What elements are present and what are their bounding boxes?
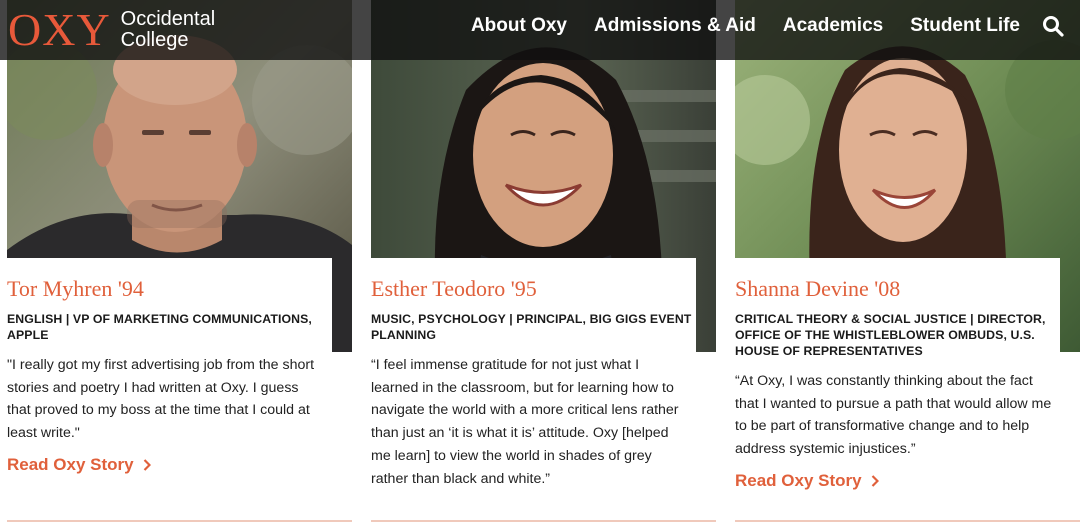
profile-card: Esther Teodoro '95 MUSIC, PSYCHOLOGY | P… <box>371 0 716 523</box>
logo-line-1: Occidental <box>120 8 216 30</box>
profile-quote: “At Oxy, I was constantly thinking about… <box>735 373 1052 458</box>
read-oxy-story-label: Read Oxy Story <box>735 470 862 490</box>
chevron-right-icon <box>143 459 151 471</box>
profile-role: MUSIC, PSYCHOLOGY | PRINCIPAL, BIG GIGS … <box>371 312 692 342</box>
nav-item-student-life[interactable]: Student Life <box>910 15 1020 37</box>
nav-item-about[interactable]: About Oxy <box>471 15 567 37</box>
logo-line-2: College <box>120 29 189 51</box>
profile-role: CRITICAL THEORY & SOCIAL JUSTICE | DIREC… <box>735 312 1046 358</box>
profile-name: Tor Myhren '94 <box>7 276 144 301</box>
chevron-right-icon <box>871 475 879 487</box>
site-header: OXY Occidental College About Oxy Admissi… <box>0 0 1080 60</box>
profile-name: Shanna Devine '08 <box>735 276 901 301</box>
profile-card: Shanna Devine '08 CRITICAL THEORY & SOCI… <box>735 0 1080 523</box>
card-divider <box>735 520 1080 522</box>
logo-mark: OXY <box>8 4 111 55</box>
search-icon[interactable] <box>1042 15 1064 37</box>
profile-quote: "I really got my first advertising job f… <box>7 357 315 442</box>
read-oxy-story-link[interactable]: Read Oxy Story <box>735 471 879 491</box>
main-nav: About Oxy Admissions & Aid Academics Stu… <box>444 0 1064 52</box>
profile-quote: “I feel immense gratitude for not just w… <box>371 357 679 487</box>
logo-wordmark: Occidental College <box>121 9 216 51</box>
profile-card: Tor Myhren '94 ENGLISH | VP OF MARKETING… <box>7 0 352 523</box>
profile-name: Esther Teodoro '95 <box>371 276 537 301</box>
profile-info: Esther Teodoro '95 MUSIC, PSYCHOLOGY | P… <box>371 258 696 523</box>
nav-item-academics[interactable]: Academics <box>783 15 883 37</box>
college-logo[interactable]: OXY Occidental College <box>8 6 215 54</box>
card-divider <box>371 520 716 522</box>
card-divider <box>7 520 352 522</box>
profile-info: Shanna Devine '08 CRITICAL THEORY & SOCI… <box>735 258 1060 523</box>
read-oxy-story-label: Read Oxy Story <box>7 454 134 474</box>
profile-role: ENGLISH | VP OF MARKETING COMMUNICATIONS… <box>7 312 312 342</box>
nav-item-admissions[interactable]: Admissions & Aid <box>594 15 756 37</box>
read-oxy-story-link[interactable]: Read Oxy Story <box>7 455 151 475</box>
profile-info: Tor Myhren '94 ENGLISH | VP OF MARKETING… <box>7 258 332 523</box>
